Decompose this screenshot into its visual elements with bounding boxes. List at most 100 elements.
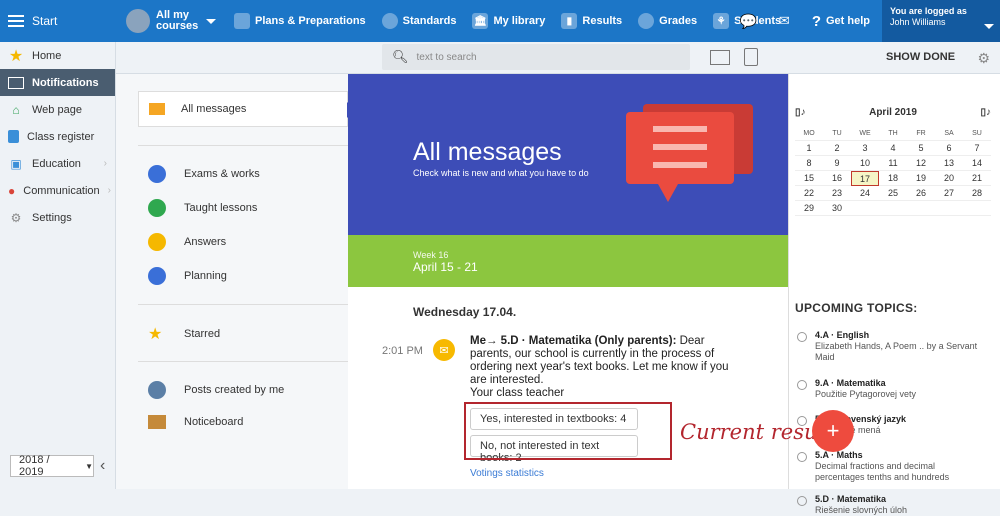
topic-item[interactable]: 5.A · Maths Decimal fractions and decimal… xyxy=(797,450,985,483)
topic-item[interactable]: 9.A · Matematika Použitie Pytagorovej vet… xyxy=(797,378,985,400)
calendar-day[interactable]: 29 xyxy=(795,201,823,216)
calendar-day[interactable]: 19 xyxy=(907,171,935,186)
nav-grades[interactable]: Grades xyxy=(638,13,697,29)
show-done-button[interactable]: SHOW DONE xyxy=(886,51,955,63)
sidebar-item-home[interactable]: ★ Home xyxy=(0,42,115,69)
message-body[interactable]: Me→ 5.D · Matematika (Only parents): Dea… xyxy=(470,335,735,400)
calendar-day[interactable]: 25 xyxy=(879,186,907,201)
filter-taught-lessons[interactable]: Taught lessons xyxy=(148,199,257,217)
calendar-day[interactable]: 4 xyxy=(879,141,907,156)
chat-icon[interactable]: 💬 xyxy=(739,13,756,30)
briefcase-icon xyxy=(234,13,250,29)
calendar-day[interactable]: 28 xyxy=(963,186,991,201)
posts-icon xyxy=(148,381,166,399)
calendar-day[interactable]: 17 xyxy=(851,171,879,186)
collapse-sidebar-icon[interactable]: ‹ xyxy=(100,457,105,475)
start-button[interactable]: Start xyxy=(0,14,116,28)
sidebar-item-communication[interactable]: ● Communication › xyxy=(0,177,115,204)
nav-results[interactable]: ▮ Results xyxy=(561,13,622,29)
calendar-grid: MO TU WE TH FR SA SU 1 2 3 4 5 6 7 8 9 10 11 12 13 14 15 16 17 1… xyxy=(795,126,991,216)
top-bar: Start All my courses Plans & Preparation… xyxy=(0,0,1000,42)
calendar-day[interactable]: 26 xyxy=(907,186,935,201)
library-icon: 🏛 xyxy=(472,13,489,29)
calendar-day[interactable]: 9 xyxy=(823,156,851,171)
calendar-day[interactable]: 3 xyxy=(851,141,879,156)
weekday-label: SU xyxy=(963,126,991,141)
register-icon xyxy=(8,130,19,143)
calendar-day[interactable]: 18 xyxy=(879,171,907,186)
mail-icon[interactable]: ✉ xyxy=(779,13,790,29)
topic-item[interactable]: 4.A · English Elizabeth Hands, A Poem .. … xyxy=(797,330,985,363)
banner: All messages Check what is new and what … xyxy=(348,74,788,235)
calendar-day[interactable]: 1 xyxy=(795,141,823,156)
sidebar-item-class-register[interactable]: Class register xyxy=(0,123,115,150)
filter-planning[interactable]: Planning xyxy=(148,267,227,285)
calendar-day[interactable]: 8 xyxy=(795,156,823,171)
bubble-tail xyxy=(658,184,678,202)
gear-icon[interactable]: ⚙ xyxy=(977,50,990,67)
calendar-day[interactable]: 7 xyxy=(963,141,991,156)
filter-answers[interactable]: Answers xyxy=(148,233,226,251)
calendar-day[interactable]: 5 xyxy=(907,141,935,156)
filter-posts-created[interactable]: Posts created by me xyxy=(148,381,284,399)
calendar-day[interactable]: 2 xyxy=(823,141,851,156)
gear-icon: ⚙ xyxy=(10,210,22,225)
calendar-day[interactable]: 11 xyxy=(879,156,907,171)
calendar-day[interactable]: 14 xyxy=(963,156,991,171)
all-messages-item[interactable]: All messages xyxy=(138,91,355,127)
question-icon: ? xyxy=(811,12,821,30)
divider xyxy=(138,145,348,146)
nav-plans[interactable]: Plans & Preparations xyxy=(234,13,366,29)
calendar-day[interactable]: 30 xyxy=(823,201,851,216)
topic-item[interactable]: 5.D · Matematika Riešenie slovných úloh xyxy=(797,494,985,516)
filter-starred[interactable]: ★ Starred xyxy=(148,324,220,344)
sidebar-item-web-page[interactable]: ⌂ Web page xyxy=(0,96,115,123)
search-icon: 🔍︎ xyxy=(392,49,409,64)
sidebar-item-notifications[interactable]: Notifications xyxy=(0,69,115,96)
calendar-day[interactable]: 16 xyxy=(823,171,851,186)
filter-exams[interactable]: Exams & works xyxy=(148,165,260,183)
main-area: 🔍︎ text to search SHOW DONE ⚙ All message… xyxy=(116,42,1000,515)
weekday-label: MO xyxy=(795,126,823,141)
voting-statistics-link[interactable]: Votings statistics xyxy=(470,468,544,479)
calendar-day[interactable]: 15 xyxy=(795,171,823,186)
star-icon: ★ xyxy=(148,326,163,343)
divider xyxy=(138,361,348,362)
calendar-day[interactable]: 24 xyxy=(851,186,879,201)
chevron-right-icon: › xyxy=(103,158,107,169)
add-button[interactable]: + xyxy=(812,410,854,452)
calendar-day[interactable]: 27 xyxy=(935,186,963,201)
star-icon: ★ xyxy=(8,47,24,65)
calendar-day[interactable]: 6 xyxy=(935,141,963,156)
calendar-day[interactable]: 20 xyxy=(935,171,963,186)
search-input[interactable]: 🔍︎ text to search xyxy=(382,44,690,70)
plus-icon: + xyxy=(826,418,840,443)
calendar-day[interactable]: 13 xyxy=(935,156,963,171)
nav-standards[interactable]: Standards xyxy=(381,13,456,29)
calendar-day[interactable]: 21 xyxy=(963,171,991,186)
planning-icon xyxy=(148,267,166,285)
school-year-select[interactable]: 2018 / 2019 ▼ xyxy=(10,454,94,478)
sidebar-item-settings[interactable]: ⚙ Settings xyxy=(0,204,115,231)
clipboard-icon[interactable] xyxy=(744,48,758,66)
filter-noticeboard[interactable]: Noticeboard xyxy=(148,415,243,429)
menu-icon xyxy=(8,15,24,27)
exam-icon xyxy=(148,165,166,183)
my-courses-dropdown[interactable]: All my courses xyxy=(156,10,216,32)
help-button[interactable]: ? Get help xyxy=(812,13,870,30)
nav-library[interactable]: 🏛 My library xyxy=(472,13,545,29)
calendar-day[interactable]: 12 xyxy=(907,156,935,171)
next-month-icon[interactable]: ▯♪ xyxy=(980,107,991,118)
calendar-day[interactable]: 23 xyxy=(823,186,851,201)
clock-icon xyxy=(797,380,807,390)
noticeboard-icon xyxy=(148,415,166,429)
envelope-icon[interactable] xyxy=(710,50,730,65)
calendar-day[interactable]: 10 xyxy=(851,156,879,171)
sidebar-item-education[interactable]: ▣ Education › xyxy=(0,150,115,177)
weekday-label: SA xyxy=(935,126,963,141)
user-menu[interactable]: You are logged as John Williams xyxy=(882,0,1000,42)
prev-month-icon[interactable]: ▯♪ xyxy=(795,107,806,118)
shield-icon xyxy=(381,13,398,29)
highlight-box xyxy=(464,402,672,460)
calendar-day[interactable]: 22 xyxy=(795,186,823,201)
